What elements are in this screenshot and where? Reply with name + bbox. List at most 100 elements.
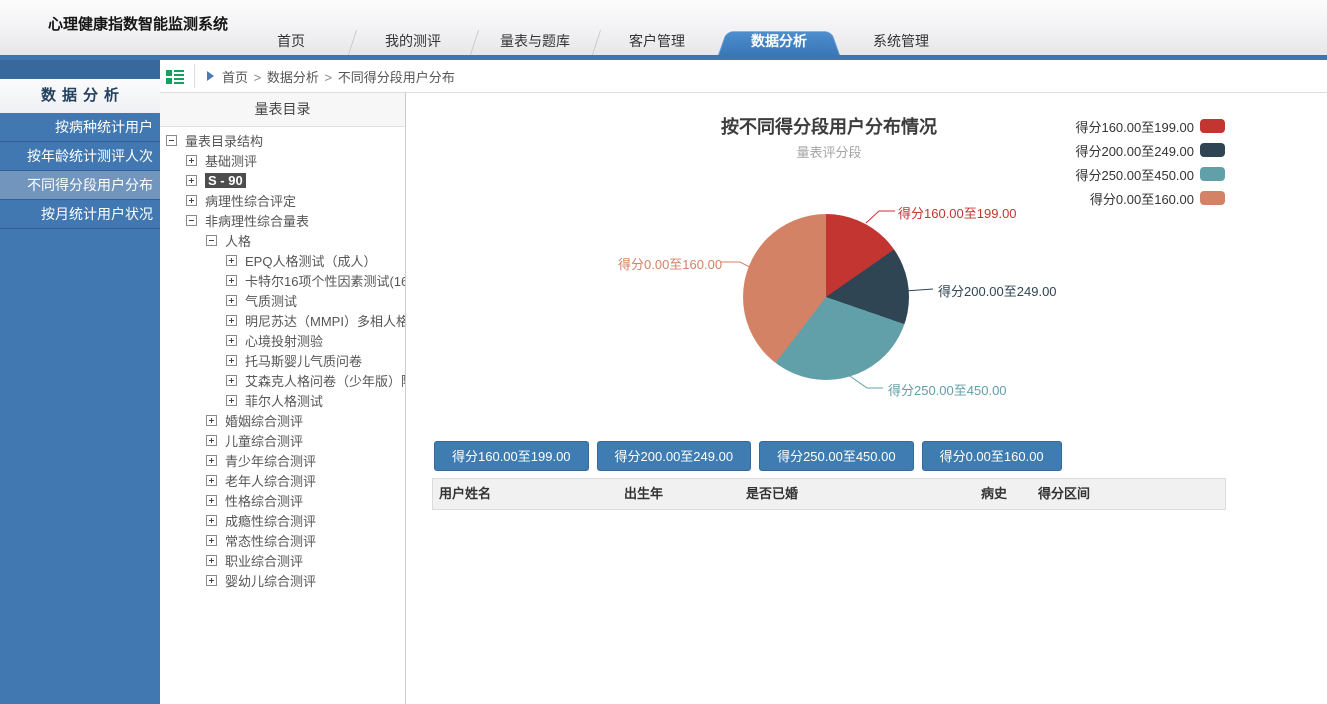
- tree-node[interactable]: 老年人综合测评: [160, 470, 405, 490]
- expand-icon[interactable]: [226, 355, 237, 366]
- tree-node[interactable]: EPQ人格测试（成人）: [160, 250, 405, 270]
- filter-button-250-450[interactable]: 得分250.00至450.00: [759, 441, 914, 471]
- expand-icon[interactable]: [206, 515, 217, 526]
- tree-node-label[interactable]: 基础测评: [205, 151, 257, 170]
- breadcrumb-data-analysis[interactable]: 数据分析: [267, 70, 319, 85]
- sidebar-item-by-disease[interactable]: 按病种统计用户: [0, 113, 160, 142]
- expand-icon[interactable]: [206, 475, 217, 486]
- tree-node-label[interactable]: 性格综合测评: [225, 491, 303, 510]
- tree-node-label[interactable]: 病理性综合评定: [205, 191, 296, 210]
- tree-node[interactable]: 菲尔人格测试: [160, 390, 405, 410]
- expand-icon[interactable]: [186, 175, 197, 186]
- tree-node-label[interactable]: 心境投射测验: [245, 331, 323, 350]
- tree-node[interactable]: 婚姻综合测评: [160, 410, 405, 430]
- tree-node[interactable]: 卡特尔16项个性因素测试(16PF): [160, 270, 405, 290]
- tree-node[interactable]: S - 90: [160, 170, 405, 190]
- tree-node-label[interactable]: 卡特尔16项个性因素测试(16PF): [245, 271, 405, 290]
- legend-item[interactable]: 得分200.00至249.00: [1075, 138, 1225, 162]
- tree-node-label[interactable]: 非病理性综合量表: [205, 211, 309, 230]
- tab-my-assessments[interactable]: 我的测评: [352, 27, 474, 55]
- tree-node[interactable]: 婴幼儿综合测评: [160, 570, 405, 590]
- sidebar-item-by-month[interactable]: 按月统计用户状况: [0, 200, 160, 229]
- tree-node[interactable]: 病理性综合评定: [160, 190, 405, 210]
- expand-icon[interactable]: [206, 415, 217, 426]
- expand-icon[interactable]: [206, 495, 217, 506]
- expand-icon[interactable]: [206, 455, 217, 466]
- legend-item[interactable]: 得分0.00至160.00: [1075, 186, 1225, 210]
- tree-node-label[interactable]: 托马斯婴儿气质问卷: [245, 351, 362, 370]
- tree-node-label[interactable]: 儿童综合测评: [225, 431, 303, 450]
- chart-legend: 得分160.00至199.00 得分200.00至249.00 得分250.00…: [1075, 114, 1225, 210]
- tab-scales-question-bank[interactable]: 量表与题库: [474, 27, 596, 55]
- tree-node-label[interactable]: S - 90: [205, 173, 246, 188]
- vertical-divider: [194, 64, 195, 88]
- tree-node[interactable]: 艾森克人格问卷（少年版）陈仲: [160, 370, 405, 390]
- expand-icon[interactable]: [206, 435, 217, 446]
- expand-icon[interactable]: [206, 575, 217, 586]
- tree-node[interactable]: 青少年综合测评: [160, 450, 405, 470]
- tree-node[interactable]: 儿童综合测评: [160, 430, 405, 450]
- tree-node[interactable]: 成瘾性综合测评: [160, 510, 405, 530]
- collapse-icon[interactable]: [206, 235, 217, 246]
- tab-home[interactable]: 首页: [230, 27, 352, 55]
- tree-node[interactable]: 托马斯婴儿气质问卷: [160, 350, 405, 370]
- expand-icon[interactable]: [226, 275, 237, 286]
- expand-icon[interactable]: [206, 535, 217, 546]
- expand-icon[interactable]: [186, 195, 197, 206]
- tree-node[interactable]: 性格综合测评: [160, 490, 405, 510]
- tab-system-management[interactable]: 系统管理: [840, 27, 962, 55]
- tree-node-label[interactable]: 菲尔人格测试: [245, 391, 323, 410]
- filter-button-160-199[interactable]: 得分160.00至199.00: [434, 441, 589, 471]
- tree-node-label[interactable]: 职业综合测评: [225, 551, 303, 570]
- expand-icon[interactable]: [226, 315, 237, 326]
- expand-icon[interactable]: [186, 155, 197, 166]
- tree-node[interactable]: 心境投射测验: [160, 330, 405, 350]
- tree-node-label[interactable]: 婚姻综合测评: [225, 411, 303, 430]
- main-content: 按不同得分段用户分布情况 量表评分段 得分160.00至199.00 得分200…: [406, 93, 1327, 704]
- breadcrumb-bar: 首页 > 数据分析 > 不同得分段用户分布: [160, 60, 1327, 93]
- tree-node[interactable]: 明尼苏达（MMPI）多相人格测试: [160, 310, 405, 330]
- breadcrumb-current-page: 不同得分段用户分布: [338, 70, 455, 85]
- sidebar-top-strip: [0, 60, 160, 79]
- legend-swatch: [1200, 167, 1225, 181]
- tree-node[interactable]: 人格: [160, 230, 405, 250]
- tree-node[interactable]: 气质测试: [160, 290, 405, 310]
- expand-icon[interactable]: [226, 375, 237, 386]
- tree-node[interactable]: 非病理性综合量表: [160, 210, 405, 230]
- tree-node-label[interactable]: 艾森克人格问卷（少年版）陈仲: [245, 371, 405, 390]
- tab-customer-management[interactable]: 客户管理: [596, 27, 718, 55]
- tree-node-label[interactable]: 明尼苏达（MMPI）多相人格测试: [245, 311, 405, 330]
- legend-item[interactable]: 得分250.00至450.00: [1075, 162, 1225, 186]
- expand-icon[interactable]: [226, 395, 237, 406]
- tree-node-label[interactable]: 婴幼儿综合测评: [225, 571, 316, 590]
- pie-chart[interactable]: [743, 214, 909, 380]
- tree-node-label[interactable]: 老年人综合测评: [225, 471, 316, 490]
- expand-icon[interactable]: [226, 335, 237, 346]
- tree-node-label[interactable]: 量表目录结构: [185, 131, 263, 150]
- tree-node[interactable]: 常态性综合测评: [160, 530, 405, 550]
- tree-node-label[interactable]: 常态性综合测评: [225, 531, 316, 550]
- tree-node-label[interactable]: EPQ人格测试（成人）: [245, 251, 376, 270]
- legend-item[interactable]: 得分160.00至199.00: [1075, 114, 1225, 138]
- breadcrumb: 首页 > 数据分析 > 不同得分段用户分布: [222, 67, 455, 86]
- expand-icon[interactable]: [206, 555, 217, 566]
- tree-node[interactable]: 基础测评: [160, 150, 405, 170]
- collapse-icon[interactable]: [166, 135, 177, 146]
- tree-node[interactable]: 量表目录结构: [160, 130, 405, 150]
- tree-node-label[interactable]: 青少年综合测评: [225, 451, 316, 470]
- tree-node-label[interactable]: 气质测试: [245, 291, 297, 310]
- filter-button-0-160[interactable]: 得分0.00至160.00: [922, 441, 1062, 471]
- breadcrumb-home[interactable]: 首页: [222, 70, 248, 85]
- tree-panel-title: 量表目录: [160, 93, 405, 127]
- tree-node[interactable]: 职业综合测评: [160, 550, 405, 570]
- tab-data-analysis[interactable]: 数据分析: [718, 27, 840, 55]
- tree-node-label[interactable]: 成瘾性综合测评: [225, 511, 316, 530]
- expand-icon[interactable]: [226, 295, 237, 306]
- expand-icon[interactable]: [226, 255, 237, 266]
- collapse-icon[interactable]: [186, 215, 197, 226]
- filter-button-200-249[interactable]: 得分200.00至249.00: [597, 441, 752, 471]
- sidebar-item-by-age[interactable]: 按年龄统计测评人次: [0, 142, 160, 171]
- scale-catalog-tree: 量表目录结构基础测评 S - 90 病理性综合评定非病理性综合量表人格EPQ人格测试…: [160, 127, 405, 590]
- tree-node-label[interactable]: 人格: [225, 231, 251, 250]
- sidebar-item-by-score-range[interactable]: 不同得分段用户分布: [0, 171, 160, 200]
